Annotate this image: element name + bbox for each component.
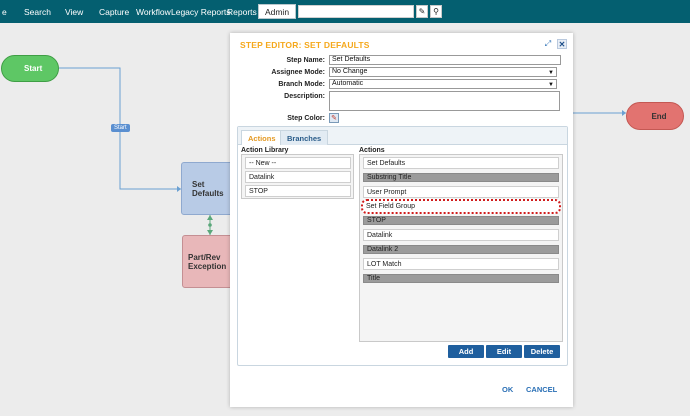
expand-icon[interactable]: ⤢: [543, 39, 553, 49]
nav-item-workflow[interactable]: Workflow: [136, 7, 171, 17]
start-node[interactable]: Start: [1, 55, 59, 82]
action-library-list[interactable]: -- New -- Datalink STOP: [241, 154, 354, 199]
nav-search-input[interactable]: [298, 5, 414, 18]
assignee-mode-select[interactable]: No Change ▼: [329, 67, 557, 77]
search-icon[interactable]: ⚲: [430, 5, 442, 18]
step-name-label: Step Name:: [286, 57, 325, 64]
tabs-bar: Actions Branches: [238, 127, 567, 145]
assignee-mode-value: No Change: [332, 68, 368, 75]
action-item[interactable]: User Prompt: [363, 186, 559, 198]
branch-mode-label: Branch Mode:: [278, 81, 325, 88]
assignee-mode-label: Assignee Mode:: [271, 69, 325, 76]
description-textarea[interactable]: [329, 91, 560, 111]
nav-item-view[interactable]: View: [65, 7, 83, 17]
edge-label-start: Start: [111, 124, 130, 132]
actions-title: Actions: [359, 147, 385, 154]
step-editor-modal: STEP EDITOR: SET DEFAULTS ⤢ ✕ Step Name:…: [230, 33, 573, 407]
library-item[interactable]: -- New --: [245, 157, 351, 169]
end-node[interactable]: End: [626, 102, 684, 130]
chevron-down-icon: ▼: [548, 70, 554, 76]
action-item[interactable]: Datalink 2: [363, 245, 559, 254]
action-item[interactable]: Substring Title: [363, 173, 559, 182]
add-button[interactable]: Add: [448, 345, 484, 358]
admin-button[interactable]: Admin: [258, 4, 296, 19]
action-item-highlighted[interactable]: Set Field Group: [361, 199, 561, 214]
chevron-down-icon: ▼: [548, 82, 554, 88]
actions-tab-panel: Actions Branches Action Library -- New -…: [237, 126, 568, 366]
eraser-icon[interactable]: ✎: [416, 5, 428, 18]
action-item[interactable]: Title: [363, 274, 559, 283]
color-picker-icon[interactable]: ✎: [329, 113, 339, 123]
action-item[interactable]: Set Defaults: [363, 157, 559, 169]
branch-mode-select[interactable]: Automatic ▼: [329, 79, 557, 89]
nav-item-home[interactable]: e: [2, 7, 7, 17]
ok-button[interactable]: OK: [502, 385, 513, 394]
nav-item-legacy-reports[interactable]: Legacy Reports: [171, 7, 231, 17]
modal-title: STEP EDITOR: SET DEFAULTS: [240, 40, 370, 50]
tab-actions[interactable]: Actions: [241, 130, 283, 145]
close-icon[interactable]: ✕: [557, 39, 567, 49]
action-item[interactable]: LOT Match: [363, 258, 559, 270]
action-item[interactable]: STOP: [363, 216, 559, 225]
library-item[interactable]: Datalink: [245, 171, 351, 183]
delete-button[interactable]: Delete: [524, 345, 560, 358]
cancel-button[interactable]: CANCEL: [526, 385, 557, 394]
edit-button[interactable]: Edit: [486, 345, 522, 358]
branch-mode-value: Automatic: [332, 80, 364, 87]
nav-item-reports[interactable]: Reports: [227, 7, 257, 17]
part-rev-exception-node[interactable]: Part/Rev Exception: [182, 235, 234, 288]
nav-item-search[interactable]: Search: [24, 7, 51, 17]
set-defaults-node[interactable]: Set Defaults: [181, 162, 233, 215]
actions-list[interactable]: Set Defaults Substring Title User Prompt…: [359, 154, 563, 342]
tab-branches[interactable]: Branches: [280, 130, 329, 145]
action-library-title: Action Library: [241, 147, 289, 154]
part-rev-label: Part/Rev Exception: [188, 253, 227, 271]
description-label: Description:: [284, 93, 325, 100]
step-name-input[interactable]: Set Defaults: [329, 55, 561, 65]
step-color-label: Step Color:: [287, 115, 325, 122]
top-nav-bar: e Search View Capture Workflow Legacy Re…: [0, 0, 690, 23]
library-item[interactable]: STOP: [245, 185, 351, 197]
nav-item-capture[interactable]: Capture: [99, 7, 129, 17]
action-item[interactable]: Datalink: [363, 229, 559, 241]
